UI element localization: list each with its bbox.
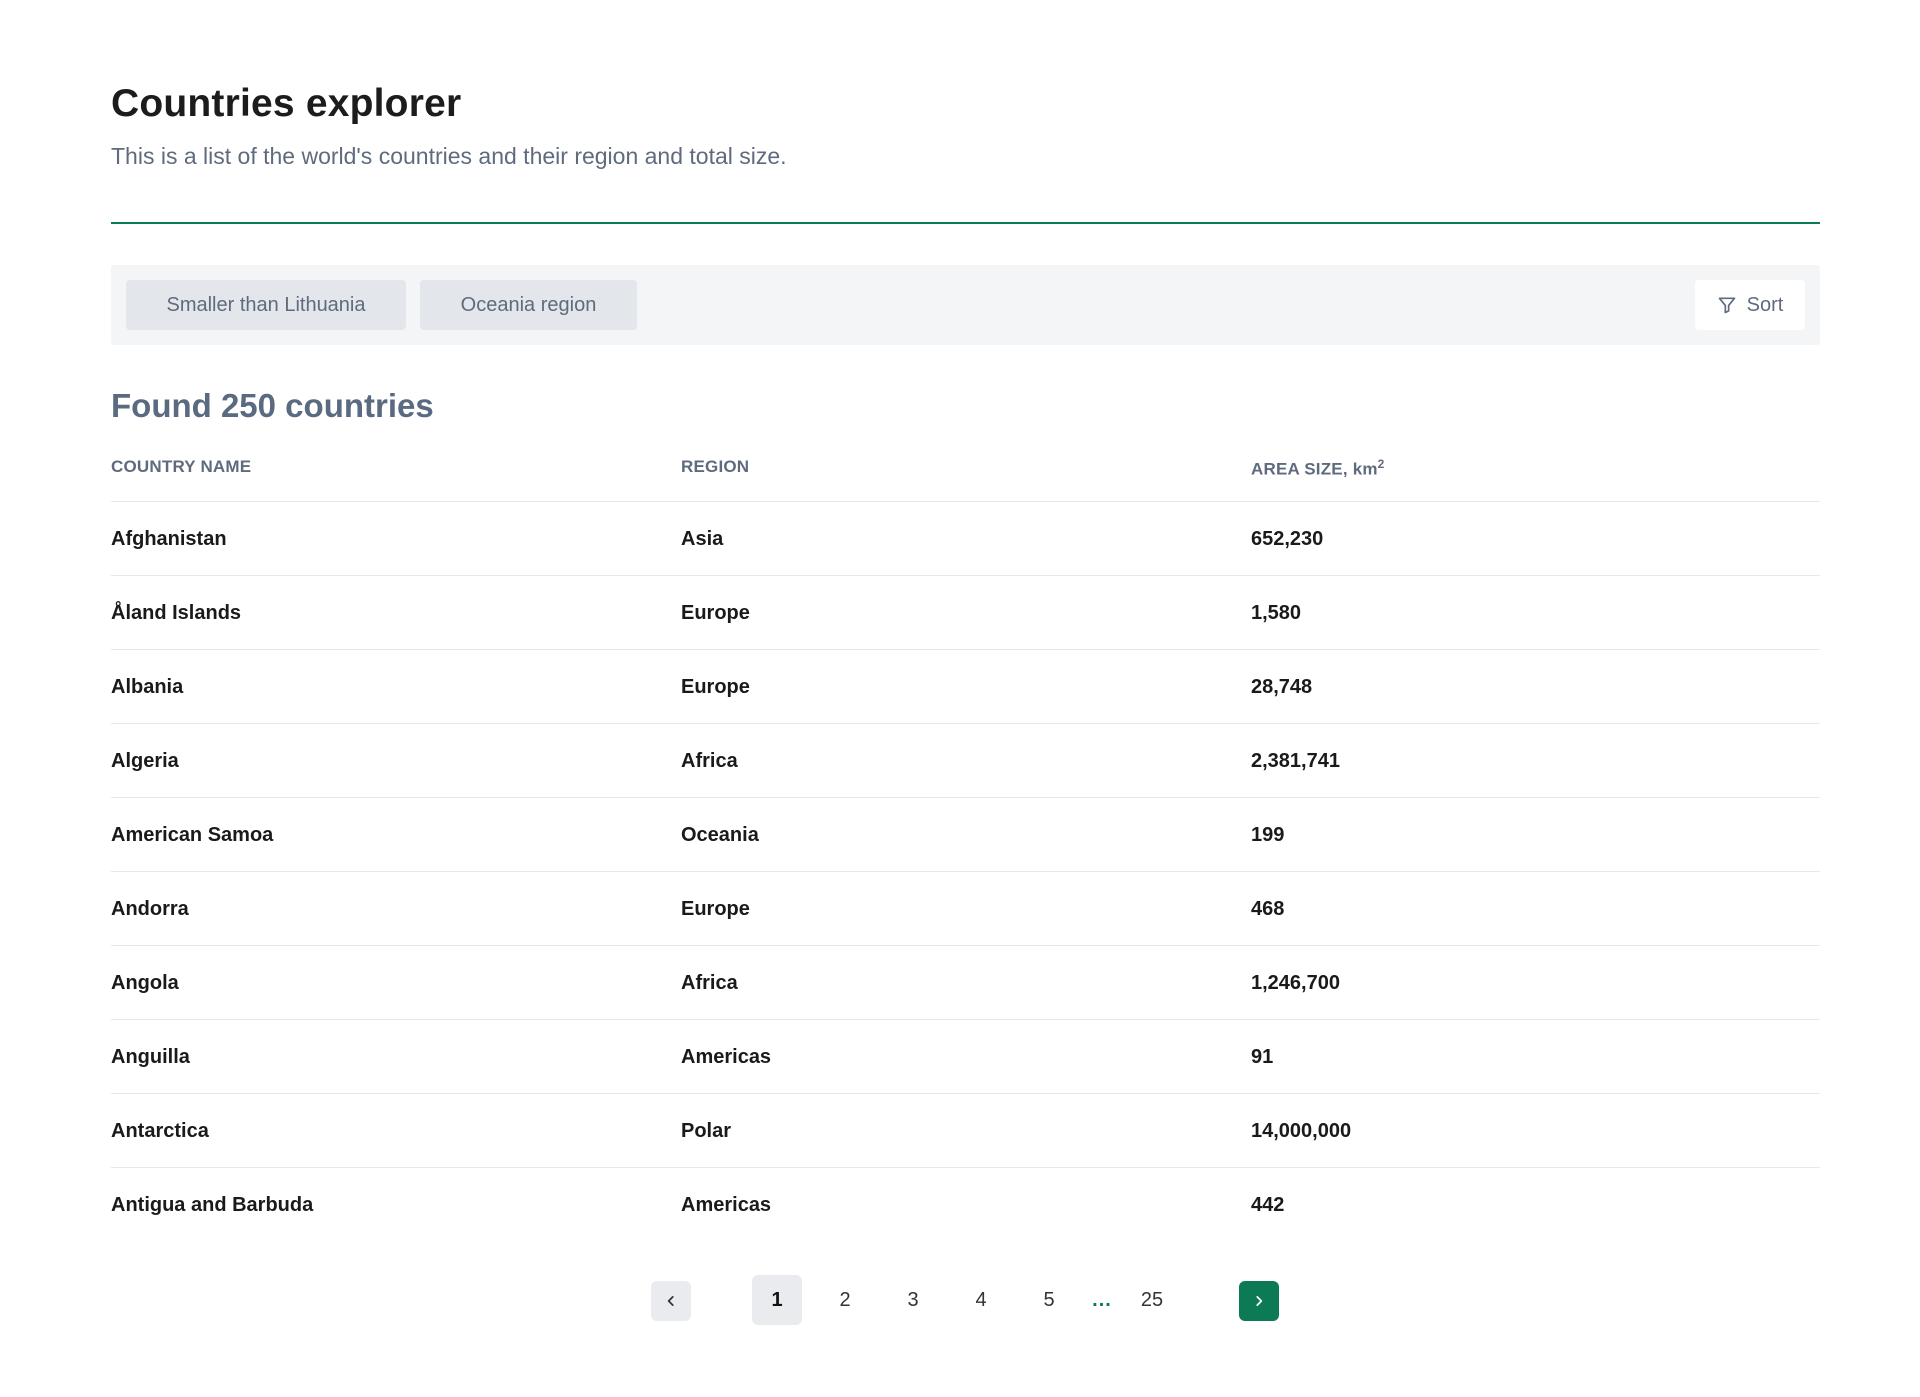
area-cell: 652,230 — [1251, 528, 1324, 550]
page-button-3[interactable]: 3 — [888, 1275, 938, 1325]
table-row[interactable]: Afghanistan Asia 652,230 — [111, 502, 1820, 576]
sort-button[interactable]: Sort — [1695, 280, 1805, 330]
column-header-country-name[interactable]: COUNTRY NAME — [111, 457, 251, 477]
area-cell: 1,580 — [1251, 602, 1302, 624]
area-cell: 28,748 — [1251, 676, 1313, 698]
page-subtitle: This is a list of the world's countries … — [111, 143, 787, 169]
table-row[interactable]: Albania Europe 28,748 — [111, 650, 1820, 724]
table-row[interactable]: American Samoa Oceania 199 — [111, 798, 1820, 872]
page-button-1[interactable]: 1 — [752, 1275, 802, 1325]
filter-bar: Smaller than Lithuania Oceania region So… — [111, 265, 1820, 345]
country-name-cell: Afghanistan — [111, 528, 227, 550]
page-button-5[interactable]: 5 — [1024, 1275, 1074, 1325]
region-cell: Africa — [681, 750, 738, 772]
pagination: 1 2 3 4 5 ... 25 — [0, 1275, 1920, 1325]
table-row[interactable]: Åland Islands Europe 1,580 — [111, 576, 1820, 650]
area-size-label: AREA SIZE, km — [1251, 459, 1378, 479]
country-name-cell: Åland Islands — [111, 602, 242, 624]
page-button-25[interactable]: 25 — [1127, 1275, 1177, 1325]
table-header: COUNTRY NAME REGION AREA SIZE, km2 — [111, 448, 1820, 502]
header-divider — [111, 222, 1820, 224]
area-cell: 14,000,000 — [1251, 1120, 1352, 1142]
region-cell: Europe — [681, 602, 750, 624]
filter-icon — [1718, 297, 1735, 314]
next-page-button[interactable] — [1239, 1281, 1279, 1321]
filter-chip-oceania-region[interactable]: Oceania region — [420, 280, 637, 330]
region-cell: Europe — [681, 676, 750, 698]
country-name-cell: Andorra — [111, 898, 189, 920]
sort-label: Sort — [1746, 293, 1784, 316]
table-row[interactable]: Algeria Africa 2,381,741 — [111, 724, 1820, 798]
countries-explorer-page: Countries explorer This is a list of the… — [0, 0, 1920, 1397]
area-cell: 199 — [1251, 824, 1285, 846]
region-cell: Asia — [681, 528, 724, 550]
area-cell: 2,381,741 — [1251, 750, 1340, 772]
area-unit-superscript: 2 — [1377, 457, 1385, 471]
region-cell: Polar — [681, 1120, 732, 1142]
previous-page-button[interactable] — [651, 1281, 691, 1321]
region-cell: Africa — [681, 972, 738, 994]
country-name-cell: Albania — [111, 676, 184, 698]
page-button-2[interactable]: 2 — [820, 1275, 870, 1325]
country-name-cell: American Samoa — [111, 824, 274, 846]
column-header-area-size[interactable]: AREA SIZE, km2 — [1251, 457, 1385, 480]
column-header-region[interactable]: REGION — [681, 457, 749, 477]
region-cell: Oceania — [681, 824, 759, 846]
table-row[interactable]: Antigua and Barbuda Americas 442 — [111, 1168, 1820, 1242]
page-title: Countries explorer — [111, 82, 462, 125]
area-cell: 468 — [1251, 898, 1285, 920]
results-count-title: Found 250 countries — [111, 387, 434, 424]
country-name-cell: Algeria — [111, 750, 179, 772]
country-name-cell: Anguilla — [111, 1046, 190, 1068]
country-name-cell: Angola — [111, 972, 179, 994]
country-name-cell: Antigua and Barbuda — [111, 1194, 314, 1216]
region-cell: Americas — [681, 1194, 772, 1216]
chevron-left-icon — [667, 1296, 674, 1306]
area-cell: 91 — [1251, 1046, 1274, 1068]
countries-table: COUNTRY NAME REGION AREA SIZE, km2 Afgha… — [111, 448, 1820, 1242]
table-row[interactable]: Andorra Europe 468 — [111, 872, 1820, 946]
region-cell: Americas — [681, 1046, 772, 1068]
pagination-ellipsis: ... — [1092, 1288, 1112, 1311]
chevron-right-icon — [1256, 1296, 1263, 1306]
area-cell: 442 — [1251, 1194, 1285, 1216]
country-name-cell: Antarctica — [111, 1120, 209, 1142]
table-row[interactable]: Antarctica Polar 14,000,000 — [111, 1094, 1820, 1168]
page-button-4[interactable]: 4 — [956, 1275, 1006, 1325]
area-cell: 1,246,700 — [1251, 972, 1340, 994]
table-row[interactable]: Angola Africa 1,246,700 — [111, 946, 1820, 1020]
filter-chip-smaller-than-lithuania[interactable]: Smaller than Lithuania — [126, 280, 406, 330]
table-row[interactable]: Anguilla Americas 91 — [111, 1020, 1820, 1094]
region-cell: Europe — [681, 898, 750, 920]
